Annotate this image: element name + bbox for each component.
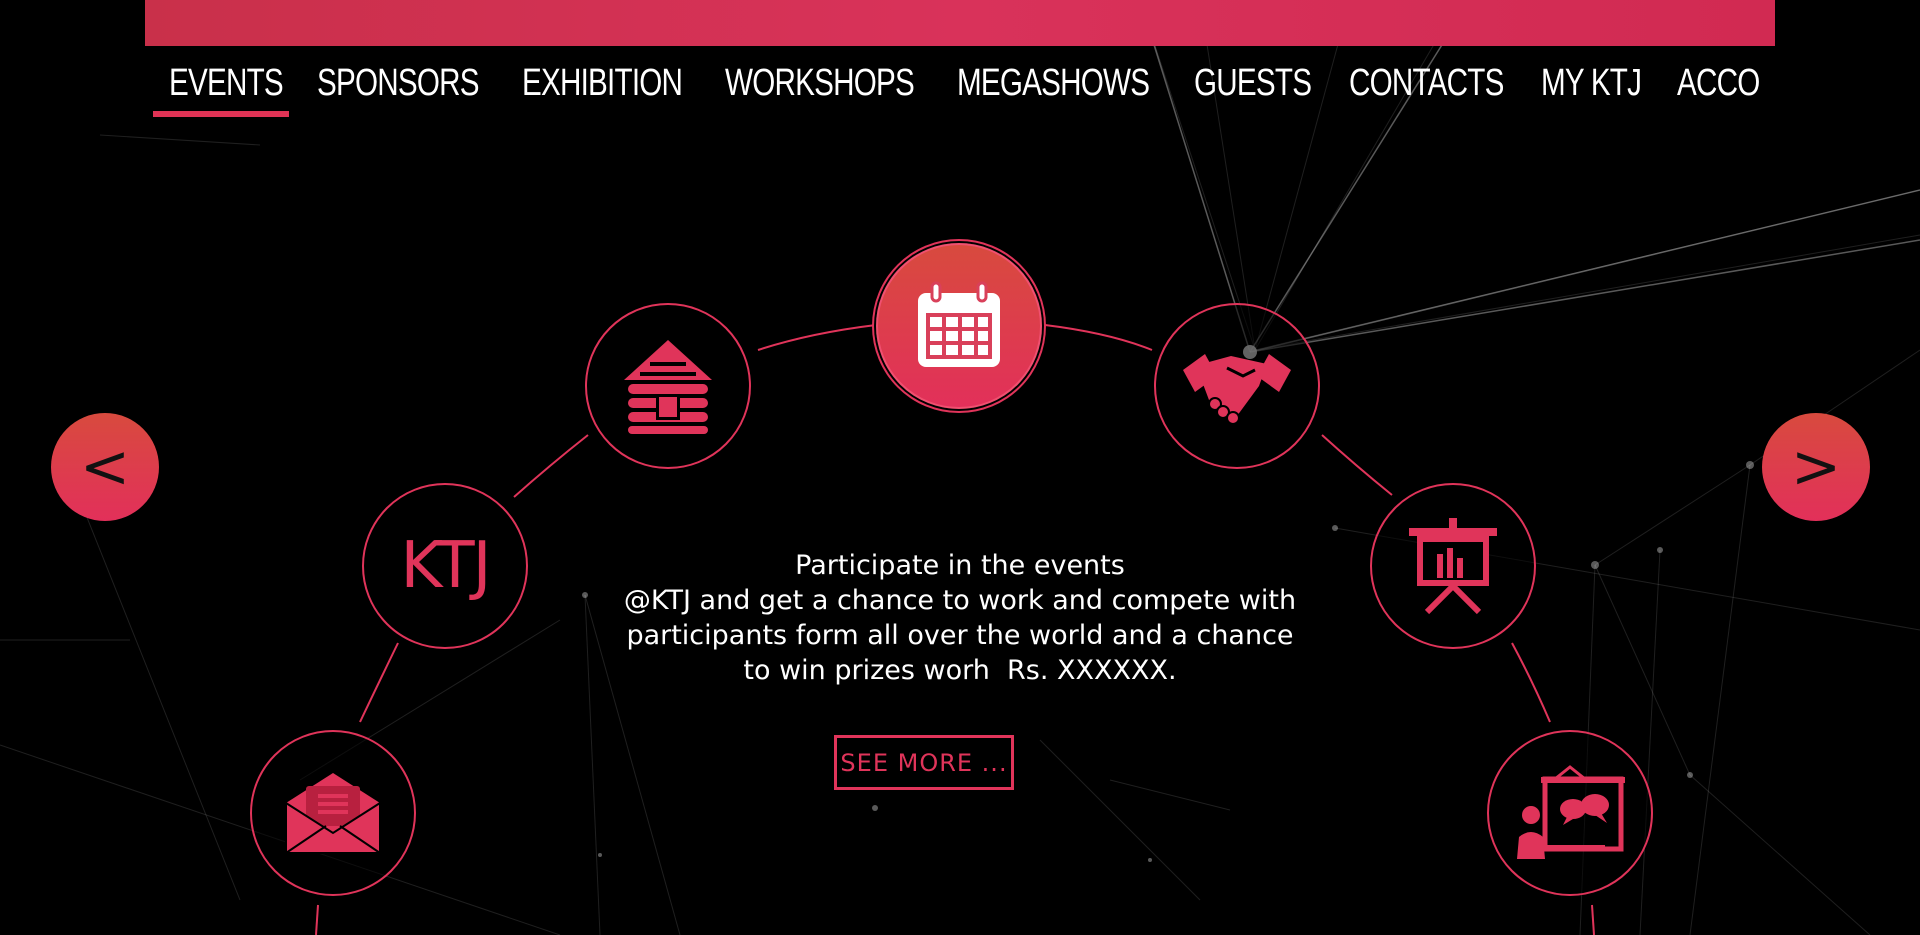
carousel-node-speaker[interactable] xyxy=(1487,730,1653,896)
see-more-button[interactable]: SEE MORE ... xyxy=(834,735,1014,790)
calendar-icon xyxy=(918,281,1000,367)
nav-item-sponsors[interactable]: SPONSORS xyxy=(317,62,480,112)
envelope-icon xyxy=(285,773,381,854)
prev-arrow-button[interactable]: < xyxy=(51,413,159,521)
nav-item-events[interactable]: EVENTS xyxy=(169,62,284,112)
carousel-node-handshake[interactable] xyxy=(1154,303,1320,469)
nav-item-exhibition[interactable]: EXHIBITION xyxy=(522,62,683,112)
carousel-node-ktj[interactable]: KTJ xyxy=(362,483,528,649)
carousel-node-cabin[interactable] xyxy=(585,303,751,469)
top-banner xyxy=(145,0,1775,46)
nav-item-my-ktj[interactable]: MY KTJ xyxy=(1541,62,1642,112)
next-arrow-button[interactable]: > xyxy=(1762,413,1870,521)
nav-item-acco[interactable]: ACCO xyxy=(1677,62,1760,112)
carousel-node-calendar-active[interactable] xyxy=(876,243,1042,409)
description-line-2: @KTJ and get a chance to work and compet… xyxy=(623,585,1297,616)
carousel-node-presentation-board[interactable] xyxy=(1370,483,1536,649)
carousel-node-envelope[interactable] xyxy=(250,730,416,896)
description-line-1: Participate in the events xyxy=(795,550,1125,581)
nav-active-underline xyxy=(153,111,289,117)
nav-item-guests[interactable]: GUESTS xyxy=(1194,62,1312,112)
presentation-board-icon xyxy=(1409,518,1497,615)
nav-item-megashows[interactable]: MEGASHOWS xyxy=(957,62,1150,112)
nav-item-workshops[interactable]: WORKSHOPS xyxy=(725,62,915,112)
description-line-4: to win prizes worh Rs. XXXXXX. xyxy=(743,655,1177,686)
description-line-3: participants form all over the world and… xyxy=(626,620,1294,651)
log-cabin-icon xyxy=(624,340,712,434)
handshake-icon xyxy=(1183,354,1291,425)
events-description: Participate in the events @KTJ and get a… xyxy=(600,548,1320,688)
nav-item-contacts[interactable]: CONTACTS xyxy=(1349,62,1504,112)
main-nav: EVENTS SPONSORS EXHIBITION WORKSHOPS MEG… xyxy=(145,52,1775,122)
speaker-presentation-icon xyxy=(1517,765,1625,859)
ktj-logo: KTJ xyxy=(400,529,492,603)
